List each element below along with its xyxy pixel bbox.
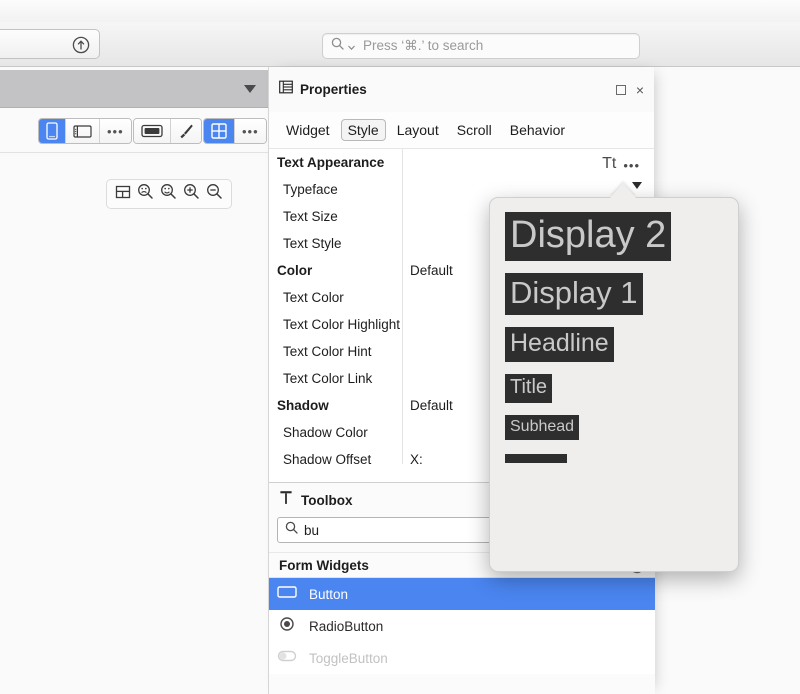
more-options-label: ••• [107, 123, 124, 139]
close-icon[interactable]: × [636, 83, 644, 97]
prop-value[interactable]: X: [402, 452, 423, 465]
list-item[interactable]: Button [269, 578, 655, 610]
toolbox-category-label: Form Widgets [279, 557, 369, 573]
prop-name: Text Style [283, 236, 342, 251]
prop-name: Shadow Offset [283, 451, 372, 465]
radio-button-icon [277, 616, 297, 637]
list-item-label: ToggleButton [309, 650, 388, 666]
fit-to-screen-icon[interactable] [115, 184, 131, 205]
properties-header: Properties × [269, 67, 654, 112]
prop-name: Text Color Highlight [283, 317, 401, 332]
view-mode-group[interactable]: ••• [203, 118, 267, 144]
upload-circle-icon[interactable] [72, 36, 90, 54]
global-search-field[interactable]: Press ‘⌘.’ to search [322, 33, 640, 59]
tab-style[interactable]: Style [340, 119, 386, 141]
zoom-out-icon[interactable] [206, 183, 223, 205]
theme-group[interactable] [133, 118, 202, 144]
search-scope-chevron-icon[interactable] [348, 37, 355, 55]
tab-behavior[interactable]: Behavior [503, 119, 572, 141]
text-appearance-option[interactable]: Headline [505, 326, 614, 362]
panel-window-buttons: × [615, 83, 644, 97]
button-widget-icon [277, 585, 297, 604]
prop-name: Color [277, 263, 313, 278]
editor-tab-band [0, 70, 268, 108]
orientation-group[interactable]: ••• [38, 118, 132, 144]
table-row[interactable]: Text Appearance [269, 149, 654, 176]
properties-list-icon [279, 80, 293, 99]
chevron-down-icon[interactable] [244, 85, 256, 93]
more-options-icon[interactable]: ••• [235, 119, 266, 143]
prop-value[interactable]: Default [402, 398, 453, 413]
list-item-label: Button [309, 586, 349, 602]
prop-name: Text Appearance [277, 155, 385, 170]
tab-scroll[interactable]: Scroll [450, 119, 499, 141]
prop-name: Text Color Hint [283, 344, 372, 359]
search-icon [285, 521, 298, 539]
prop-name: Text Color Link [283, 371, 373, 386]
page-title: Properties [300, 82, 367, 97]
device-screen-icon[interactable] [134, 119, 171, 143]
prop-name: Text Color [283, 290, 344, 305]
paintbrush-icon[interactable] [171, 119, 201, 143]
toggle-switch-icon [277, 649, 297, 668]
blueprint-grid-icon[interactable] [204, 119, 235, 143]
more-options-icon[interactable]: ••• [100, 119, 131, 143]
text-appearance-popup[interactable]: Display 2 Display 1 Headline Title Subhe… [489, 197, 739, 572]
hammer-icon [279, 490, 293, 510]
list-item[interactable]: RadioButton [269, 610, 655, 642]
square-icon[interactable] [615, 85, 626, 95]
list-item[interactable]: ToggleButton [269, 642, 655, 674]
prop-value[interactable]: Default [402, 263, 453, 278]
search-placeholder: Press ‘⌘.’ to search [363, 38, 484, 53]
app-window: Press ‘⌘.’ to search ••• ••• Properties … [0, 0, 800, 694]
properties-tabs: Widget Style Layout Scroll Behavior [269, 112, 654, 149]
prop-name: Shadow [277, 398, 329, 413]
popup-arrow [610, 183, 636, 198]
prop-name: Typeface [283, 182, 338, 197]
text-appearance-option[interactable]: Subhead [505, 415, 580, 441]
zoom-to-fit-icon[interactable] [137, 183, 154, 205]
toolbox-title: Toolbox [301, 492, 353, 508]
tab-widget[interactable]: Widget [279, 119, 337, 141]
text-appearance-option[interactable]: Display 1 [505, 273, 643, 315]
prop-name: Text Size [283, 209, 338, 224]
prop-name: Shadow Color [283, 425, 368, 440]
more-options-label: ••• [242, 123, 259, 139]
phone-portrait-icon[interactable] [39, 119, 66, 143]
text-appearance-option-truncated[interactable] [505, 454, 567, 464]
search-input-value: bu [304, 522, 320, 538]
tab-layout[interactable]: Layout [390, 119, 446, 141]
window-title-strip [0, 0, 800, 22]
zoom-in-icon[interactable] [183, 183, 200, 205]
phone-landscape-icon[interactable] [66, 119, 100, 143]
zoom-controls[interactable] [106, 179, 232, 209]
search-icon [331, 37, 344, 55]
zoom-actual-size-icon[interactable] [160, 183, 177, 205]
text-appearance-option[interactable]: Title [505, 373, 553, 404]
list-item-label: RadioButton [309, 618, 384, 634]
text-appearance-option[interactable]: Display 2 [505, 212, 672, 262]
